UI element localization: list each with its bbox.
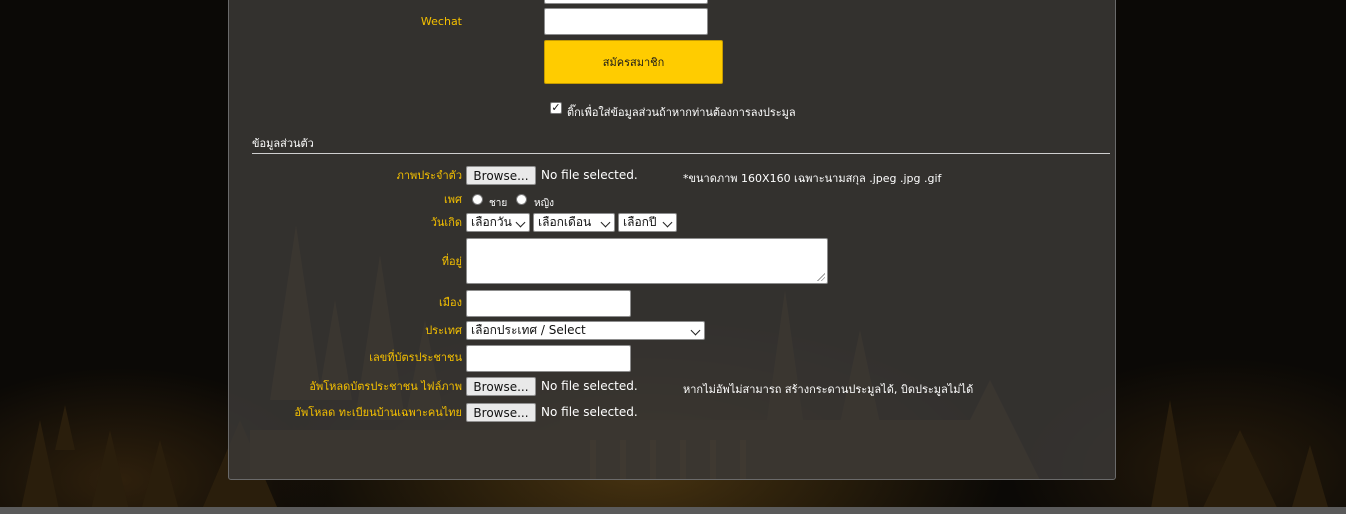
birth-day-select[interactable]: เลือกวัน [466, 213, 530, 232]
wechat-input[interactable] [544, 8, 708, 35]
photo-label: ภาพประจำตัว [396, 169, 462, 182]
gender-label: เพศ [444, 193, 462, 206]
country-select[interactable]: เลือกประเทศ / Select [466, 321, 705, 340]
photo-browse-button[interactable]: Browse... [466, 166, 536, 185]
chevron-down-icon [690, 325, 701, 336]
gender-male-label: ชาย [489, 198, 508, 209]
section-divider [252, 153, 1110, 154]
house-upload-label: อัพโหลด ทะเบียนบ้านเฉพาะคนไทย [294, 406, 462, 419]
city-label: เมือง [439, 296, 462, 309]
section-title: ข้อมูลส่วนตัว [252, 137, 314, 150]
address-textarea[interactable] [466, 238, 828, 284]
birth-year-select[interactable]: เลือกปี [618, 213, 677, 232]
id-upload-file-status: No file selected. [541, 379, 638, 393]
country-label: ประเทศ [425, 324, 462, 337]
country-value: เลือกประเทศ / Select [471, 323, 586, 337]
resize-grip-icon[interactable] [817, 273, 825, 281]
city-input[interactable] [466, 290, 631, 317]
birth-month-select[interactable]: เลือกเดือน [533, 213, 615, 232]
id-upload-note: หากไม่อัพไม่สามารถ สร้างกระดานประมูลได้,… [683, 383, 974, 396]
house-upload-browse-button[interactable]: Browse... [466, 403, 536, 422]
register-button[interactable]: สมัครสมาชิก [544, 40, 723, 84]
personal-info-checkbox[interactable]: ✓ [550, 102, 562, 114]
birth-year-value: เลือกปี [623, 215, 657, 229]
gender-female-label: หญิง [534, 198, 554, 209]
birth-day-value: เลือกวัน [471, 215, 512, 229]
id-number-input[interactable] [466, 345, 631, 372]
gender-female-radio[interactable] [516, 194, 527, 205]
id-upload-label: อัพโหลดบัตรประชาชน ไฟล์ภาพ [309, 380, 462, 393]
id-number-label: เลขที่บัตรประชาชน [369, 351, 462, 364]
personal-info-checkbox-label: ติ๊กเพื่อใส่ข้อมูลส่วนถ้าหากท่านต้องการล… [567, 106, 796, 119]
chevron-down-icon [515, 217, 526, 228]
house-upload-file-status: No file selected. [541, 405, 638, 419]
photo-file-status: No file selected. [541, 168, 638, 182]
gender-male-radio[interactable] [472, 194, 483, 205]
address-label: ที่อยู่ [441, 255, 462, 268]
chevron-down-icon [662, 217, 673, 228]
wechat-label: Wechat [420, 15, 462, 28]
birthdate-label: วันเกิด [430, 216, 462, 229]
bottom-bar [0, 507, 1346, 514]
chevron-down-icon [600, 217, 611, 228]
birth-month-value: เลือกเดือน [538, 215, 592, 229]
id-upload-browse-button[interactable]: Browse... [466, 377, 536, 396]
previous-field-input[interactable] [544, 0, 708, 4]
photo-size-note: *ขนาดภาพ 160X160 เฉพาะนามสกุล .jpeg .jpg… [683, 172, 942, 185]
